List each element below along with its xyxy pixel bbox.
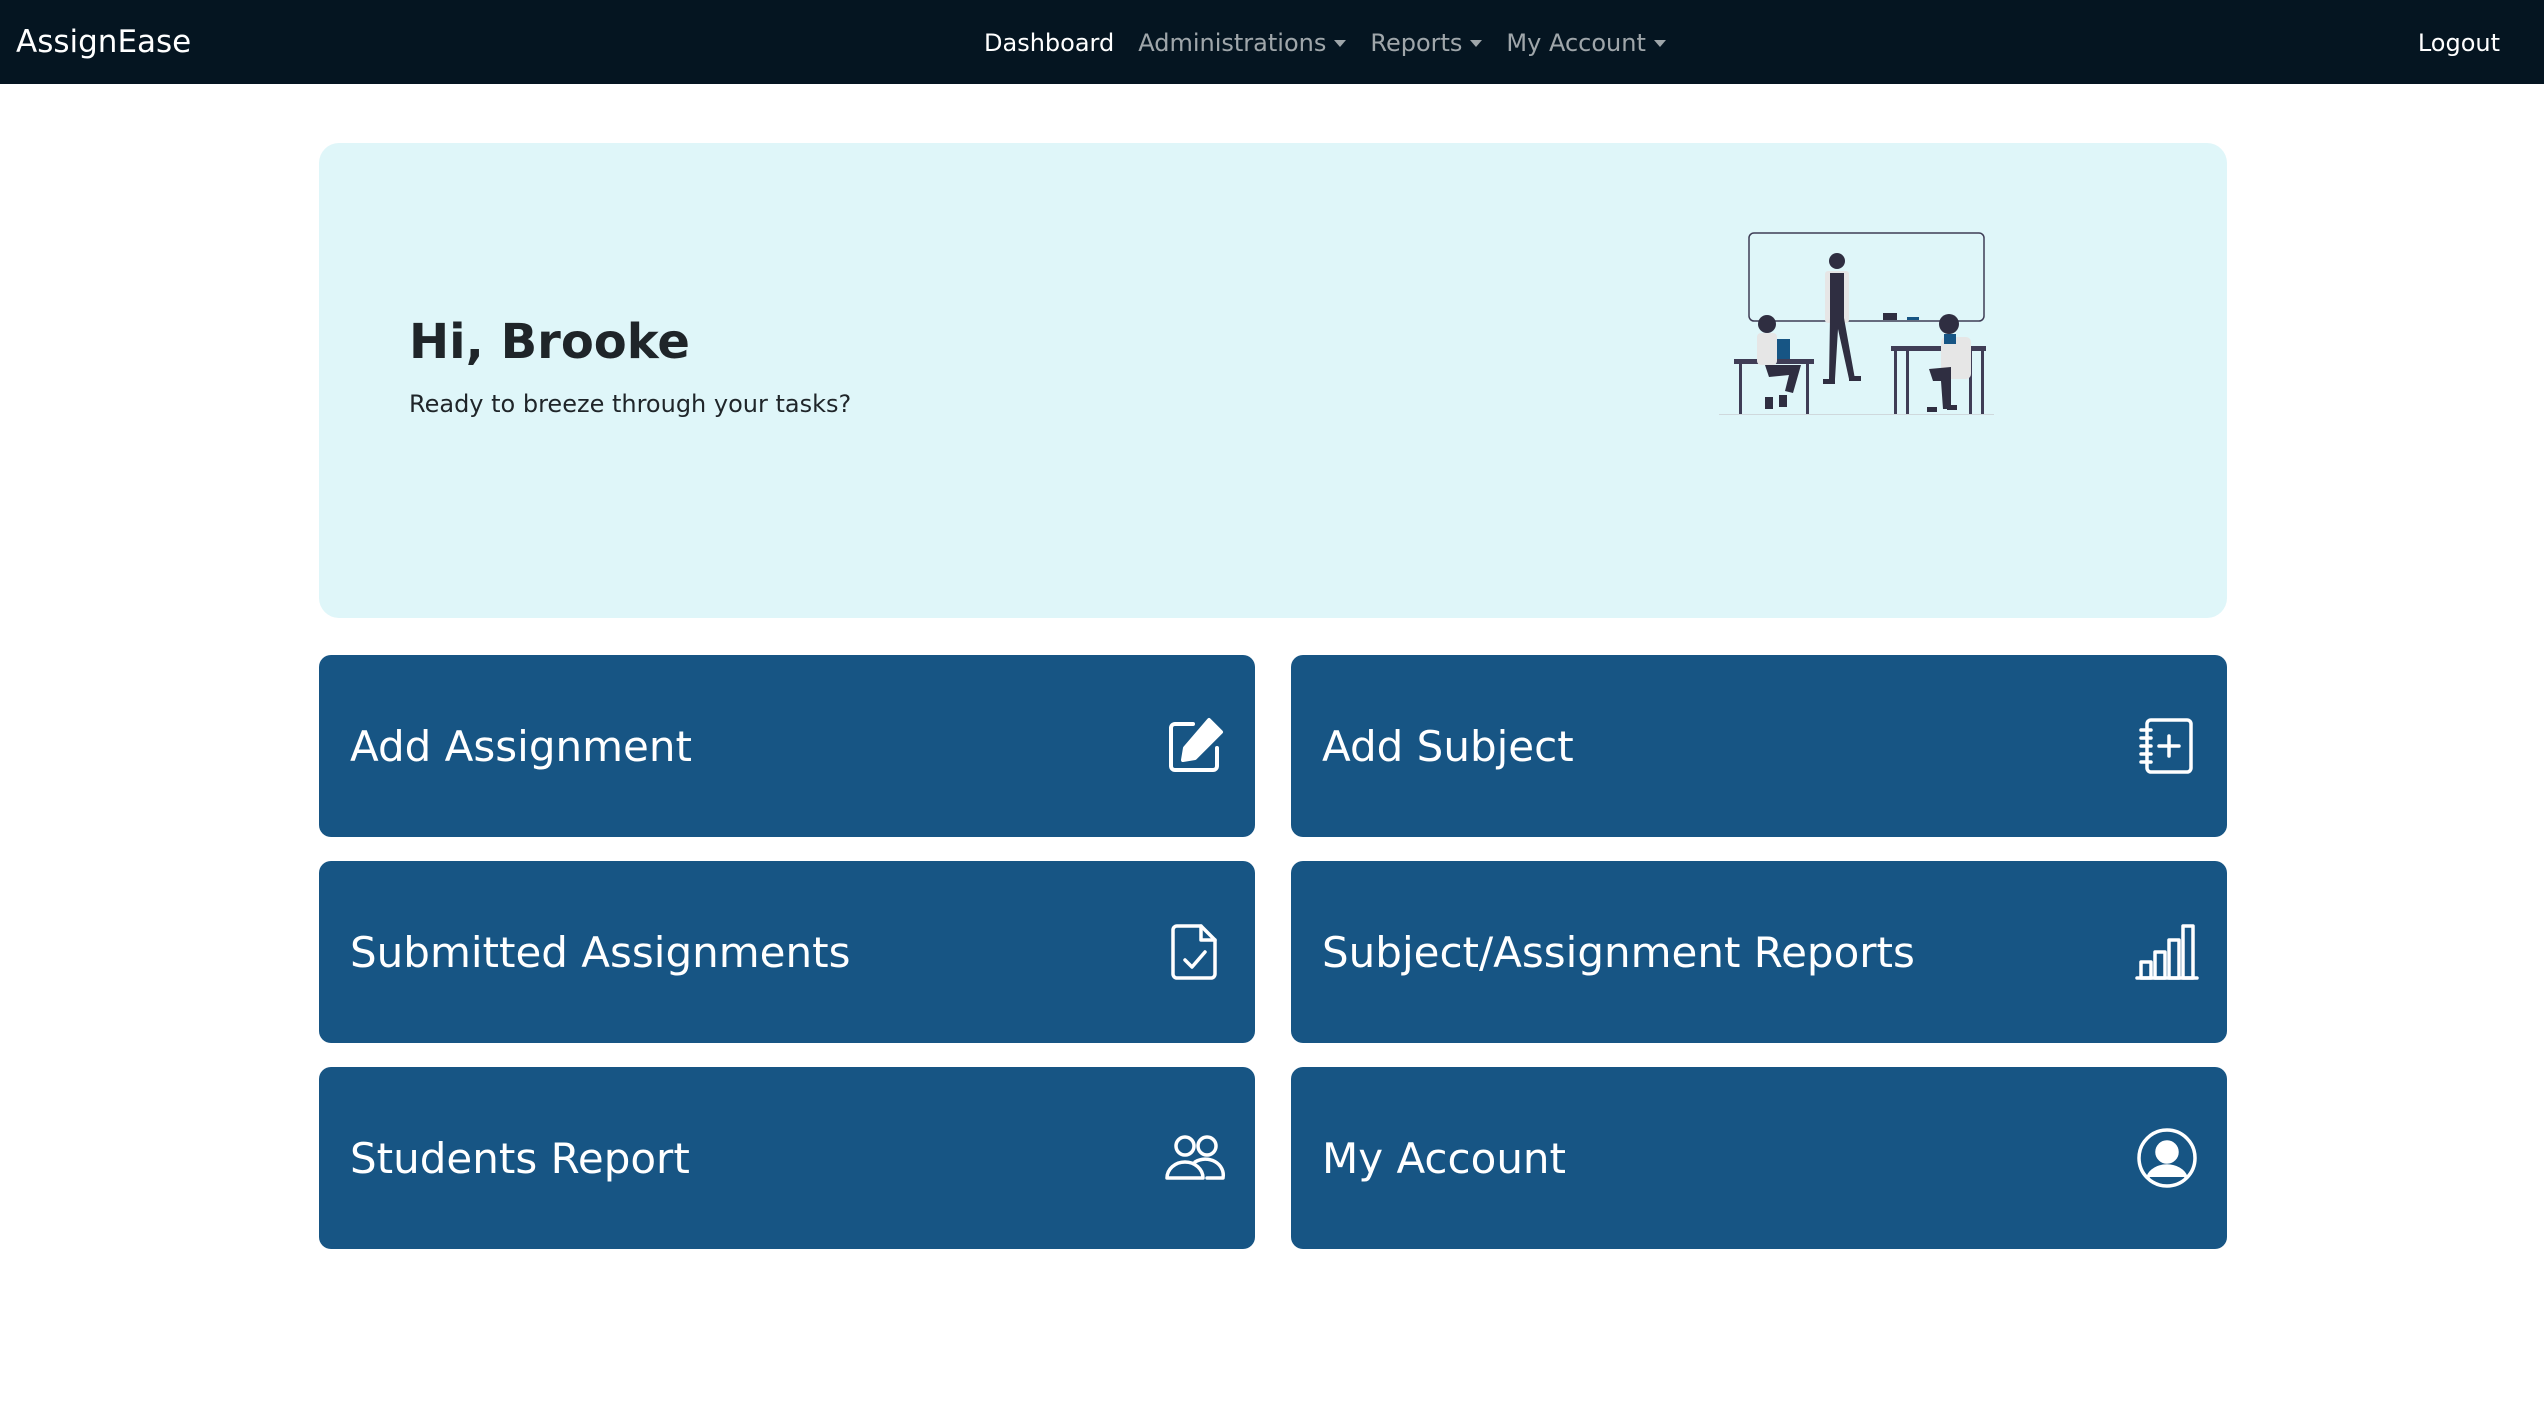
notebook-plus-icon — [2135, 714, 2199, 778]
nav-dashboard-label: Dashboard — [984, 29, 1115, 57]
add-assignment-label: Add Assignment — [350, 721, 692, 771]
welcome-banner: Hi, Brooke Ready to breeze through your … — [319, 143, 2227, 618]
subject-assignment-reports-label: Subject/Assignment Reports — [1322, 927, 1915, 977]
brand-logo[interactable]: AssignEase — [16, 22, 191, 62]
people-icon — [1163, 1126, 1227, 1190]
classroom-illustration — [1689, 221, 2009, 521]
bar-chart-icon — [2135, 920, 2199, 984]
user-circle-icon — [2135, 1126, 2199, 1190]
edit-square-icon — [1163, 714, 1227, 778]
my-account-card[interactable]: My Account — [1291, 1067, 2227, 1249]
nav-dashboard[interactable]: Dashboard — [984, 26, 1114, 60]
document-check-icon — [1163, 920, 1227, 984]
greeting-subtitle: Ready to breeze through your tasks? — [409, 390, 852, 418]
add-subject-label: Add Subject — [1322, 721, 1574, 771]
nav-reports[interactable]: Reports — [1370, 26, 1483, 60]
main-nav: Dashboard Administrations Reports My Acc… — [984, 26, 1690, 60]
greeting-heading: Hi, Brooke — [409, 314, 690, 370]
nav-reports-label: Reports — [1370, 29, 1463, 57]
students-report-card[interactable]: Students Report — [319, 1067, 1255, 1249]
add-subject-card[interactable]: Add Subject — [1291, 655, 2227, 837]
add-assignment-card[interactable]: Add Assignment — [319, 655, 1255, 837]
logout-link[interactable]: Logout — [2418, 26, 2500, 60]
my-account-label: My Account — [1322, 1133, 1567, 1183]
submitted-assignments-label: Submitted Assignments — [350, 927, 851, 977]
submitted-assignments-card[interactable]: Submitted Assignments — [319, 861, 1255, 1043]
subject-assignment-reports-card[interactable]: Subject/Assignment Reports — [1291, 861, 2227, 1043]
nav-administrations[interactable]: Administrations — [1138, 26, 1347, 60]
caret-down-icon — [1653, 39, 1666, 47]
students-report-label: Students Report — [350, 1133, 690, 1183]
caret-down-icon — [1334, 39, 1347, 47]
nav-administrations-label: Administrations — [1138, 29, 1327, 57]
nav-my-account-label: My Account — [1506, 29, 1646, 57]
caret-down-icon — [1470, 39, 1483, 47]
nav-my-account[interactable]: My Account — [1506, 26, 1666, 60]
top-navbar: AssignEase Dashboard Administrations Rep… — [0, 0, 2544, 84]
